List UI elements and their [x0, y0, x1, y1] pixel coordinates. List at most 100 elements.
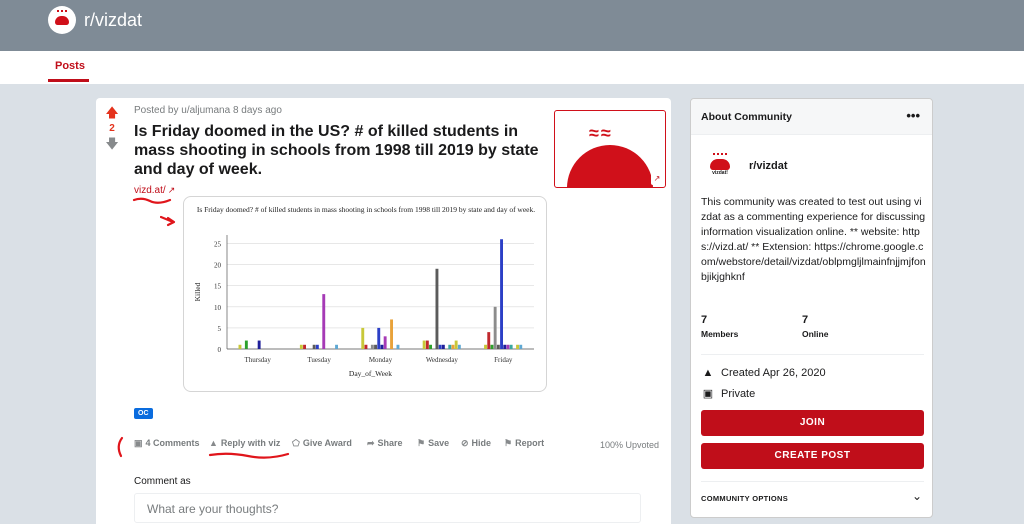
- bar: [396, 344, 400, 349]
- report-button[interactable]: ⚑ Report: [504, 438, 544, 449]
- about-community-header: About Community •••: [691, 99, 932, 135]
- hide-button[interactable]: ⊘ Hide: [461, 438, 491, 449]
- post-link-text[interactable]: vizd.at/: [134, 185, 166, 196]
- bookmark-icon: ⚑: [417, 438, 426, 448]
- bar: [500, 239, 503, 349]
- award-icon: ⬠: [292, 438, 300, 448]
- community-name[interactable]: r/vizdat: [749, 160, 788, 172]
- bar: [364, 344, 368, 349]
- comment-input[interactable]: What are your thoughts?: [134, 493, 641, 523]
- bar: [438, 344, 442, 349]
- bar: [496, 344, 500, 349]
- y-tick-label: 10: [214, 304, 222, 312]
- bar: [257, 340, 261, 349]
- comment-icon: ▣: [134, 438, 143, 448]
- y-tick-label: 20: [214, 262, 222, 270]
- x-tick-label: Thursday: [244, 356, 271, 364]
- bar: [335, 344, 338, 349]
- bar: [457, 344, 461, 349]
- post-meta: Posted by u/aljumana 8 days ago: [134, 105, 282, 116]
- bar: [503, 344, 507, 349]
- community-options-toggle[interactable]: COMMUNITY OPTIONS: [701, 494, 788, 503]
- bar: [516, 344, 519, 349]
- x-tick-label: Friday: [494, 356, 513, 364]
- community-logo-icon: vizdat!: [707, 151, 733, 177]
- bar: [244, 340, 248, 349]
- comment-as-label: Comment as: [134, 476, 191, 487]
- red-annotation-underline: [208, 452, 290, 459]
- post-title[interactable]: Is Friday doomed in the US? # of killed …: [134, 122, 544, 179]
- post-flair[interactable]: OC: [134, 408, 153, 419]
- members-count: 7: [701, 314, 708, 326]
- vote-count: 2: [109, 123, 115, 134]
- bar: [487, 332, 491, 349]
- bar: [380, 344, 384, 349]
- bar: [493, 306, 497, 349]
- online-stat: 7 Online: [802, 314, 828, 339]
- comments-button[interactable]: ▣ 4 Comments: [134, 438, 200, 449]
- chevron-down-icon[interactable]: ⌄: [912, 489, 922, 503]
- hide-icon: ⊘: [461, 438, 469, 448]
- bar: [312, 344, 316, 349]
- downvote-arrow-icon[interactable]: 🡇: [104, 137, 120, 151]
- nav-strip: Posts: [0, 51, 1024, 84]
- bar: [299, 344, 303, 349]
- bowl-icon: [567, 145, 653, 187]
- subreddit-title[interactable]: r/vizdat: [84, 10, 142, 31]
- external-link-icon: ↗: [167, 185, 176, 195]
- bar: [429, 344, 432, 349]
- steam-icon: ≈≈: [589, 123, 613, 143]
- lock-icon: ▣: [702, 388, 714, 400]
- bar: [390, 319, 393, 349]
- community-description: This community was created to test out u…: [701, 196, 926, 283]
- y-axis-label: Killed: [193, 282, 202, 301]
- y-tick-label: 5: [218, 325, 222, 333]
- red-annotation-bracket: [117, 436, 124, 458]
- reply-with-viz-button[interactable]: ▲ Reply with viz: [209, 438, 280, 448]
- tab-posts[interactable]: Posts: [55, 60, 85, 72]
- post-thumbnail[interactable]: ≈≈ ↗: [554, 110, 666, 188]
- bar: [490, 344, 494, 349]
- bar: [377, 327, 381, 349]
- members-stat: 7 Members: [701, 314, 738, 339]
- bar: [422, 340, 426, 349]
- bar: [441, 344, 445, 349]
- share-button[interactable]: ➦ Share: [367, 438, 403, 449]
- bar: [315, 344, 319, 349]
- y-tick-label: 15: [214, 283, 222, 291]
- bar: [370, 344, 374, 349]
- save-button[interactable]: ⚑ Save: [417, 438, 449, 449]
- bar: [238, 344, 242, 349]
- created-date: ▲ Created Apr 26, 2020: [702, 367, 826, 379]
- bar: [361, 327, 365, 349]
- bar: [303, 344, 306, 349]
- bar-chart: 0 5 10 15 20 25 Thursday Tuesday Monday Wednesday…: [193, 235, 534, 378]
- divider: [701, 481, 924, 482]
- about-community-panel: About Community ••• vizdat! r/vizdat Thi…: [690, 98, 933, 518]
- more-icon[interactable]: •••: [906, 108, 920, 123]
- x-axis-label: Day_of_Week: [349, 369, 392, 378]
- cake-icon: ▲: [702, 367, 714, 379]
- divider: [701, 354, 924, 355]
- post-link[interactable]: vizd.at/↗: [134, 185, 175, 196]
- top-bar: r/vizdat: [0, 0, 1024, 51]
- create-post-button[interactable]: CREATE POST: [701, 443, 924, 469]
- upvote-ratio: 100% Upvoted: [599, 440, 659, 450]
- x-tick-label: Wednesday: [426, 356, 459, 364]
- bar: [506, 344, 510, 349]
- join-button[interactable]: JOIN: [701, 410, 924, 436]
- x-tick-label: Tuesday: [307, 356, 331, 364]
- red-annotation-arrow-icon: [160, 215, 176, 227]
- upvote-arrow-icon[interactable]: 🡅: [104, 106, 120, 120]
- bar: [383, 336, 387, 349]
- give-award-button[interactable]: ⬠ Give Award: [292, 438, 352, 449]
- share-icon: ➦: [367, 438, 375, 448]
- flag-icon: ⚑: [504, 438, 513, 448]
- bar: [454, 340, 458, 349]
- about-community-title: About Community: [701, 111, 792, 123]
- vizdat-logo-icon[interactable]: [48, 6, 76, 34]
- post-card[interactable]: 🡅 2 🡇 Posted by u/aljumana 8 days ago Is…: [96, 98, 671, 524]
- bar: [451, 344, 455, 349]
- members-label: Members: [701, 329, 739, 339]
- bar: [435, 268, 439, 349]
